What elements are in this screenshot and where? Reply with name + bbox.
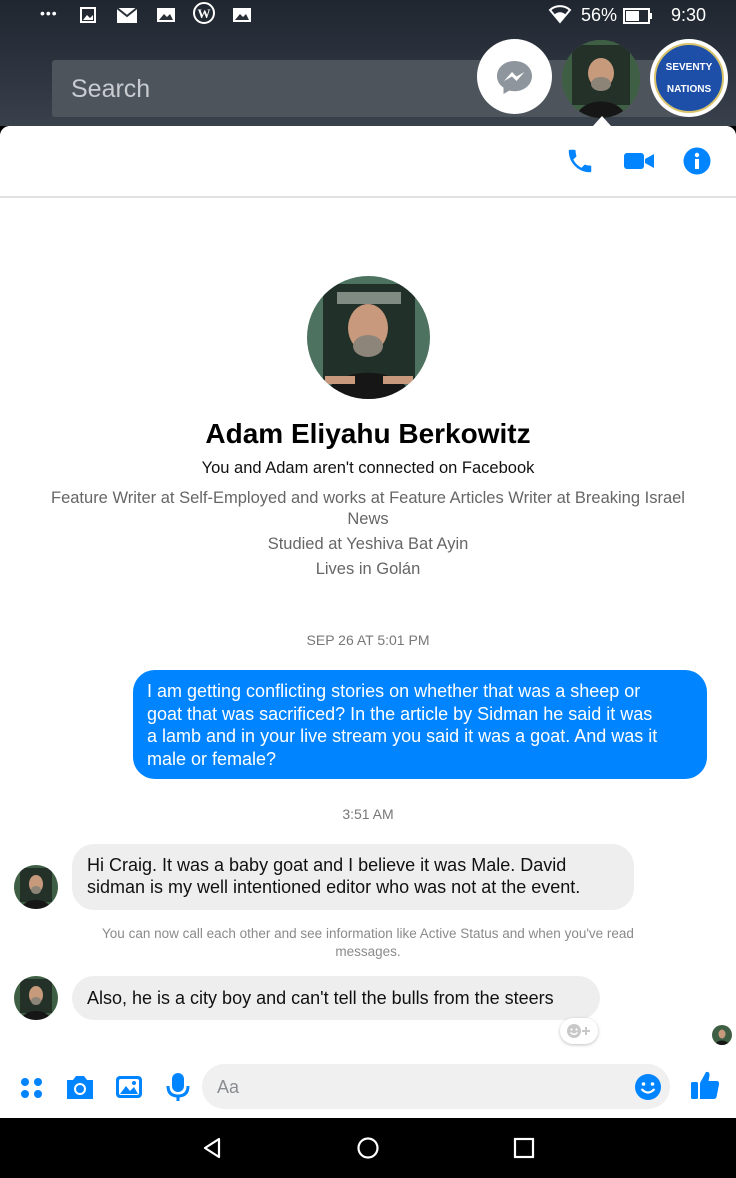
system-note-line2: messages. <box>335 944 401 959</box>
message-line: goat that was sacrificed? In the article… <box>147 703 653 724</box>
message-line: sidman is my well intentioned editor who… <box>87 877 581 897</box>
camera-icon[interactable] <box>64 1072 96 1102</box>
wifi-icon <box>548 5 572 24</box>
message-line: Hi Craig. It was a baby goat and I belie… <box>87 855 567 875</box>
profile-name: Adam Eliyahu Berkowitz <box>205 418 531 449</box>
message-input[interactable]: Aa <box>202 1064 670 1109</box>
profile-location: Lives in Golán <box>315 560 421 578</box>
read-receipt-avatar <box>712 1025 732 1045</box>
logo-line2: NATIONS <box>666 84 712 95</box>
active-head-pointer <box>593 116 611 126</box>
connection-status: You and Adam aren't connected on Faceboo… <box>201 459 535 477</box>
logo-line1: SEVENTY <box>665 62 713 73</box>
battery-percent: 56% <box>581 5 618 25</box>
seventy-nations-logo: SEVENTY NATIONS <box>654 43 724 113</box>
sender-avatar-photo <box>14 976 58 1020</box>
message-line: a lamb and in your live stream you said … <box>147 726 658 746</box>
system-note-line1: You can now call each other and see info… <box>102 926 634 941</box>
back-icon[interactable] <box>200 1136 224 1160</box>
microphone-icon[interactable] <box>164 1071 192 1103</box>
recents-icon[interactable] <box>513 1137 535 1159</box>
profile-photo <box>307 276 430 399</box>
gallery-icon[interactable] <box>114 1072 144 1102</box>
profile-work-line2: News <box>347 510 389 528</box>
profile-avatar[interactable] <box>307 276 430 399</box>
message-line: Also, he is a city boy and can't tell th… <box>87 988 554 1008</box>
like-icon[interactable] <box>688 1068 722 1102</box>
image-icon <box>80 6 96 24</box>
apps-icon[interactable] <box>18 1074 46 1102</box>
message-timestamp: 3:51 AM <box>342 806 394 822</box>
video-icon[interactable] <box>623 146 654 176</box>
overflow-icon: ••• <box>40 5 58 21</box>
info-icon[interactable] <box>683 147 713 177</box>
incoming-message[interactable]: Also, he is a city boy and can't tell th… <box>72 976 600 1020</box>
outgoing-message[interactable]: I am getting conflicting stories on whet… <box>133 670 707 779</box>
message-line: male or female? <box>147 748 277 769</box>
incoming-message[interactable]: Hi Craig. It was a baby goat and I belie… <box>72 844 634 910</box>
message-line: I am getting conflicting stories on whet… <box>147 681 641 701</box>
message-input-placeholder: Aa <box>217 1077 240 1097</box>
clock: 9:30 <box>671 5 707 25</box>
status-bar: ••• W 56% 9:30 <box>0 0 736 32</box>
adam-avatar-photo <box>562 40 640 118</box>
messenger-icon <box>497 61 532 94</box>
mail-icon <box>117 6 137 24</box>
add-reaction-button[interactable] <box>560 1018 598 1044</box>
search-placeholder: Search <box>71 75 151 103</box>
add-reaction-icon <box>567 1024 590 1038</box>
profile-education: Studied at Yeshiva Bat Ayin <box>267 535 469 553</box>
sender-avatar[interactable] <box>14 865 58 909</box>
message-timestamp: SEP 26 AT 5:01 PM <box>306 632 430 648</box>
phone-icon[interactable] <box>565 146 595 176</box>
sender-avatar[interactable] <box>14 976 58 1020</box>
svg-text:W: W <box>198 6 211 21</box>
messenger-chat-head[interactable] <box>477 39 552 114</box>
wordpress-icon: W <box>193 2 215 24</box>
chat-window <box>0 126 736 1118</box>
profile-work-line1: Feature Writer at Self-Employed and work… <box>51 489 685 507</box>
emoji-icon[interactable] <box>633 1072 663 1102</box>
sender-avatar-photo <box>14 865 58 909</box>
adam-chat-head[interactable] <box>562 40 640 118</box>
battery-icon <box>623 7 653 25</box>
photo-icon <box>233 6 251 24</box>
photo-icon <box>157 6 175 24</box>
home-icon[interactable] <box>356 1136 380 1160</box>
seventy-nations-chat-head[interactable]: SEVENTY NATIONS <box>650 39 728 117</box>
